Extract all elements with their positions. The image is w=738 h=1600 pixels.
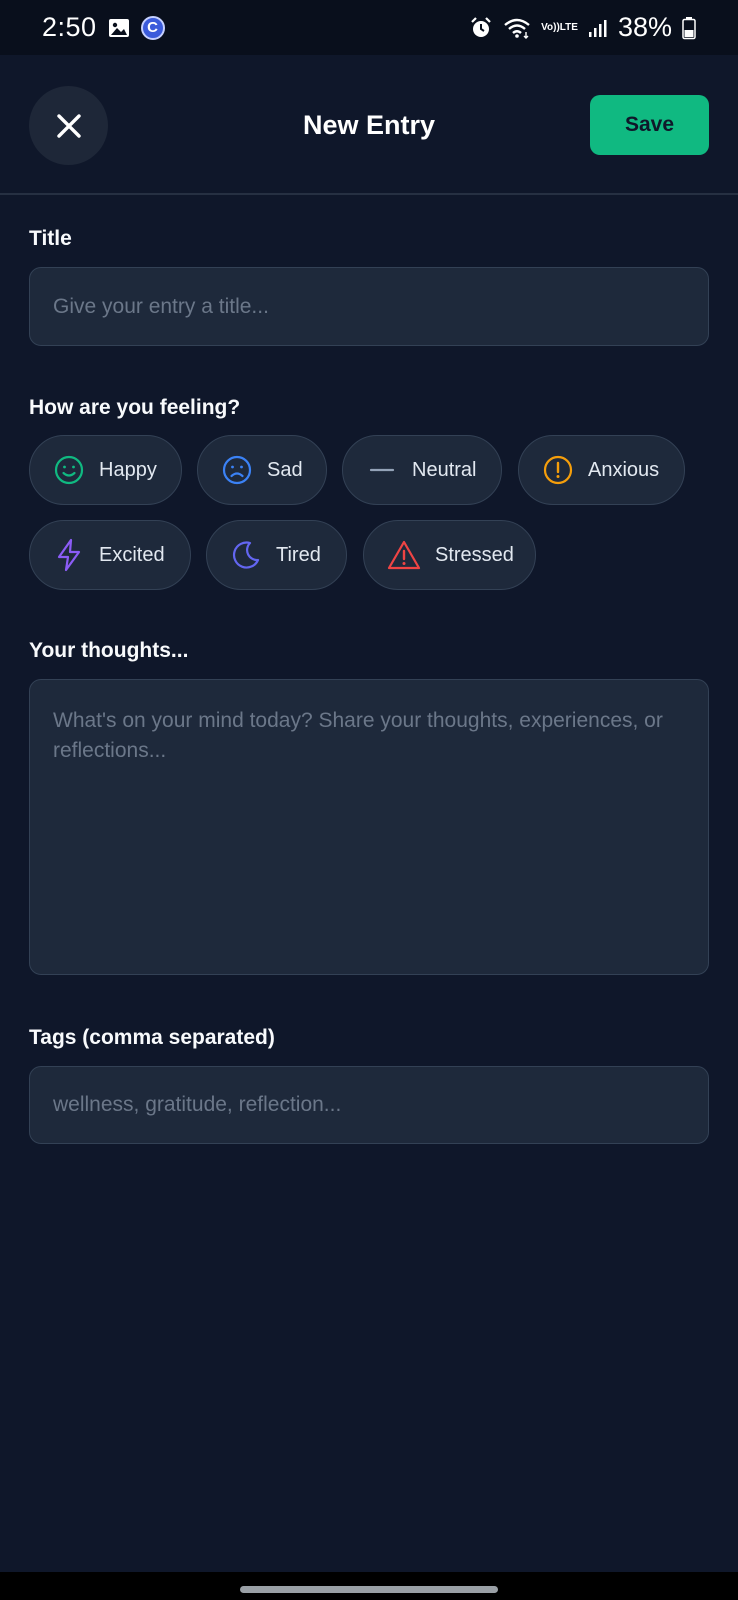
thoughts-placeholder: What's on your mind today? Share your th… — [53, 709, 663, 762]
frown-icon — [222, 455, 252, 485]
mood-label-tired: Tired — [276, 543, 321, 566]
mood-chip-anxious[interactable]: Anxious — [518, 435, 685, 505]
alert-circle-icon — [543, 455, 573, 485]
alarm-icon — [469, 16, 493, 40]
title-label: Title — [29, 227, 72, 250]
mood-label-excited: Excited — [99, 543, 165, 566]
tags-label: Tags (comma separated) — [29, 1026, 275, 1049]
title-input[interactable]: Give your entry a title... — [29, 267, 709, 346]
mood-chip-excited[interactable]: Excited — [29, 520, 191, 590]
mood-chip-neutral[interactable]: Neutral — [342, 435, 502, 505]
mood-chip-stressed[interactable]: Stressed — [363, 520, 536, 590]
mood-chip-happy[interactable]: Happy — [29, 435, 182, 505]
status-right: Vo)) LTE 38% — [469, 12, 696, 43]
status-left: 2:50 C — [42, 12, 165, 43]
gallery-icon — [107, 16, 131, 40]
mood-label-happy: Happy — [99, 458, 157, 481]
mood-label-sad: Sad — [267, 458, 303, 481]
volte-top: Vo)) — [541, 21, 560, 33]
mood-label-anxious: Anxious — [588, 458, 660, 481]
header: New Entry Save — [0, 55, 738, 195]
zap-icon — [57, 538, 81, 572]
volte-icon: Vo)) LTE — [541, 21, 578, 33]
save-button[interactable]: Save — [590, 95, 709, 155]
app-notification-icon: C — [140, 15, 165, 40]
mood-label-stressed: Stressed — [435, 543, 514, 566]
wifi-icon — [503, 17, 531, 39]
smile-icon — [54, 455, 84, 485]
mood-label: How are you feeling? — [29, 396, 241, 419]
battery-icon — [682, 16, 696, 40]
moon-icon — [232, 541, 260, 569]
signal-icon — [588, 18, 608, 38]
mood-chip-sad[interactable]: Sad — [197, 435, 327, 505]
status-bar: 2:50 C Vo)) LTE 38% — [0, 0, 738, 55]
tags-placeholder: wellness, gratitude, reflection... — [53, 1093, 342, 1116]
title-placeholder: Give your entry a title... — [53, 294, 269, 318]
alert-triangle-icon — [387, 540, 421, 570]
thoughts-label: Your thoughts... — [29, 639, 189, 662]
status-time: 2:50 — [42, 12, 97, 42]
volte-bottom: LTE — [559, 21, 578, 33]
mood-label-neutral: Neutral — [412, 458, 477, 481]
tags-input[interactable]: wellness, gratitude, reflection... — [29, 1066, 709, 1144]
thoughts-textarea[interactable]: What's on your mind today? Share your th… — [29, 679, 709, 975]
minus-icon — [369, 468, 395, 472]
home-indicator[interactable] — [240, 1586, 498, 1593]
mood-chip-tired[interactable]: Tired — [206, 520, 347, 590]
battery-percent: 38% — [617, 12, 672, 42]
